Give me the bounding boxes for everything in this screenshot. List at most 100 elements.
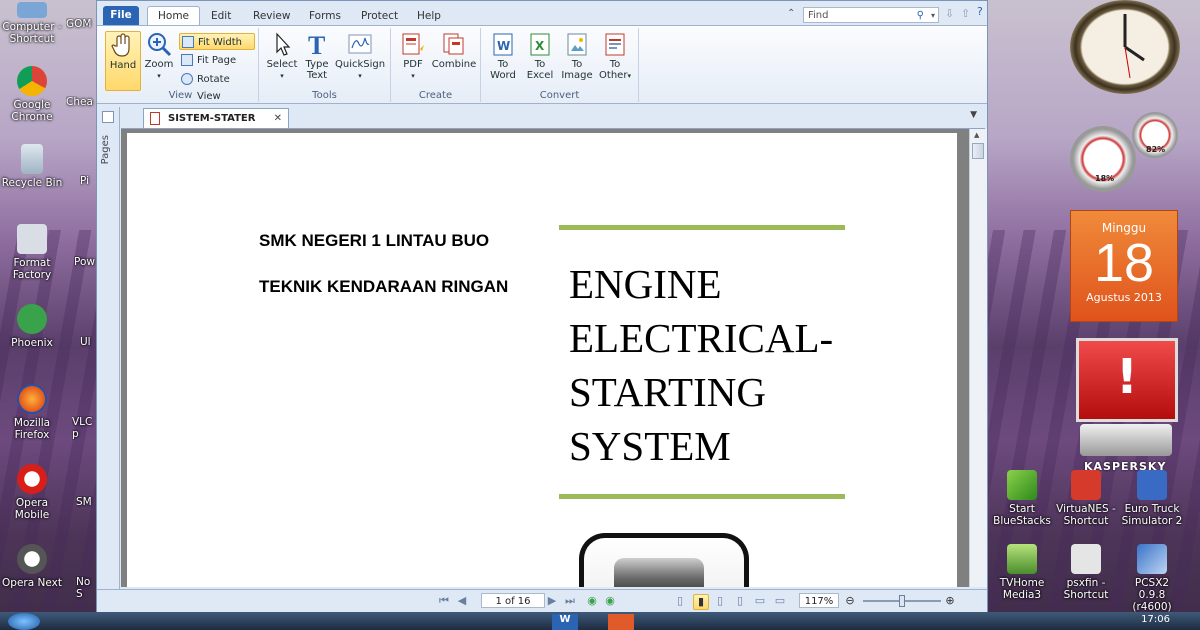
pdf-reader-taskbar-icon[interactable] (608, 614, 634, 630)
pages-panel-tab[interactable]: Pages (100, 135, 111, 164)
type-text-button[interactable]: T Type Text (301, 31, 333, 81)
opera-icon (17, 464, 47, 494)
start-button[interactable] (8, 613, 40, 630)
svg-text:X: X (535, 39, 545, 53)
zoom-slider-thumb[interactable] (899, 595, 905, 607)
desktop-icon-virtuanes[interactable]: VirtuaNES - Shortcut (1054, 470, 1118, 527)
previous-view-icon[interactable]: ◉ (585, 594, 599, 608)
single-page-icon[interactable]: ▯ (673, 594, 687, 608)
last-page-icon[interactable]: ⏭ (563, 594, 577, 608)
previous-page-icon[interactable]: ◀ (455, 594, 469, 608)
tab-protect[interactable]: Protect (351, 7, 408, 25)
cover-page-icon[interactable]: ▯ (733, 594, 747, 608)
zoom-level-input[interactable]: 117% (799, 593, 839, 608)
zoom-button[interactable]: Zoom ▾ (143, 31, 175, 82)
meter-gadget[interactable]: 18% 82% (1070, 112, 1180, 192)
find-input[interactable]: Find ⚲ ▾ (803, 7, 939, 23)
desktop-icon-computer[interactable]: Computer - Shortcut (0, 2, 64, 45)
clock-gadget[interactable] (1070, 0, 1180, 94)
title-bottom-rule (559, 494, 845, 499)
pdf-button[interactable]: PDF ▾ (397, 31, 429, 82)
desktop-icon-psxfin[interactable]: psxfin - Shortcut (1054, 544, 1118, 601)
tab-list-dropdown-icon[interactable]: ▼ (970, 110, 977, 120)
word-taskbar-icon[interactable]: W (552, 614, 578, 630)
fit-page-button[interactable]: Fit Page (179, 52, 255, 69)
collapse-ribbon-icon[interactable]: ⌃ (787, 8, 795, 19)
arrow-up-icon[interactable]: ⇧ (961, 7, 970, 20)
chevron-down-icon[interactable]: ▾ (931, 8, 935, 24)
desktop-icon-euro-truck[interactable]: Euro Truck Simulator 2 (1120, 470, 1184, 527)
taskbar: W 17:06 (0, 612, 1200, 630)
exclamation-icon: ! (1116, 349, 1138, 405)
scrollbar-thumb[interactable] (972, 143, 984, 159)
select-button[interactable]: Select ▾ (265, 31, 299, 82)
pdf-create-icon (400, 31, 426, 57)
tab-help[interactable]: Help (407, 7, 451, 25)
desktop-icon-partial[interactable]: Chea (66, 96, 96, 108)
calendar-gadget[interactable]: Minggu 18 Agustus 2013 (1070, 210, 1178, 322)
desktop-icon-pcsx2[interactable]: PCSX2 0.9.8 (r4600) (1120, 544, 1184, 613)
help-icon[interactable]: ? (977, 5, 983, 18)
next-view-icon[interactable]: ◉ (603, 594, 617, 608)
euro-truck-icon (1137, 470, 1167, 500)
desktop-icon-partial[interactable]: VLC p (72, 416, 96, 440)
scroll-up-icon[interactable]: ▲ (974, 131, 979, 139)
tab-home[interactable]: Home (147, 6, 201, 26)
svg-text:W: W (497, 39, 510, 53)
to-word-button[interactable]: W To Word (485, 31, 521, 81)
combine-button[interactable]: Combine (431, 31, 477, 70)
quicksign-button[interactable]: QuickSign ▾ (335, 31, 385, 82)
desktop-icon-partial[interactable]: SM (76, 496, 96, 508)
page-number-input[interactable]: 1 of 16 (481, 593, 545, 608)
title-line: SYSTEM (569, 423, 731, 469)
to-excel-button[interactable]: X To Excel (523, 31, 557, 81)
pages-panel-icon[interactable] (102, 111, 114, 123)
fit-width-view-icon[interactable]: ▭ (753, 594, 767, 608)
fit-page-view-icon[interactable]: ▭ (773, 594, 787, 608)
tab-file[interactable]: File (103, 6, 139, 25)
zoom-out-icon[interactable]: ⊖ (843, 594, 857, 608)
desktop-icon-phoenix[interactable]: Phoenix (0, 304, 64, 349)
tab-edit[interactable]: Edit (201, 7, 241, 25)
desktop-icon-firefox[interactable]: Mozilla Firefox (0, 384, 64, 441)
search-icon[interactable]: ⚲ (917, 8, 924, 24)
other-format-icon (602, 31, 628, 57)
to-image-button[interactable]: To Image (559, 31, 595, 81)
desktop-icon-partial[interactable]: GOM (66, 18, 96, 30)
tab-review[interactable]: Review (243, 7, 300, 25)
school-name: SMK NEGERI 1 LINTAU BUO (259, 231, 490, 250)
zoom-in-icon[interactable]: ⊕ (943, 594, 957, 608)
desktop-icon-opera-mobile[interactable]: Opera Mobile (0, 464, 64, 521)
alert-gadget[interactable]: ! (1076, 338, 1178, 422)
first-page-icon[interactable]: ⏮ (437, 594, 451, 608)
arrow-down-icon[interactable]: ⇩ (945, 7, 954, 20)
desktop-icon-partial[interactable]: Pi (80, 175, 96, 187)
tab-forms[interactable]: Forms (299, 7, 351, 25)
desktop-icon-partial[interactable]: No S (76, 576, 96, 600)
vertical-scrollbar[interactable]: ▲ (969, 129, 987, 587)
close-icon[interactable]: ✕ (274, 109, 282, 128)
kaspersky-gadget-controls[interactable] (1080, 424, 1172, 456)
to-other-button[interactable]: To Other▾ (595, 31, 635, 82)
hand-icon (110, 32, 136, 58)
hand-button[interactable]: Hand (105, 31, 141, 91)
document-viewport[interactable]: SMK NEGERI 1 LINTAU BUO TEKNIK KENDARAAN… (121, 129, 969, 587)
continuous-page-icon[interactable]: ▮ (693, 594, 709, 610)
desktop-icon-tvhome[interactable]: TVHome Media3 (990, 544, 1054, 601)
next-page-icon[interactable]: ▶ (545, 594, 559, 608)
desktop-icon-format-factory[interactable]: Format Factory (0, 224, 64, 281)
zoom-slider[interactable] (863, 595, 941, 607)
desktop-icon-partial[interactable]: Ul (80, 336, 96, 348)
rotate-view-button[interactable]: Rotate View (179, 71, 255, 102)
taskbar-clock[interactable]: 17:06 (1141, 614, 1170, 625)
type-text-icon: T (304, 31, 330, 60)
desktop-icon-opera-next[interactable]: Opera Next (0, 544, 64, 589)
desktop-icon-partial[interactable]: Pow (74, 256, 96, 268)
facing-page-icon[interactable]: ▯ (713, 594, 727, 608)
fit-width-button[interactable]: Fit Width (179, 33, 255, 50)
desktop-icon-chrome[interactable]: Google Chrome (0, 66, 64, 123)
desktop-icon-bluestacks[interactable]: Start BlueStacks (990, 470, 1054, 527)
document-tab[interactable]: SISTEM-STATER ✕ (143, 108, 289, 128)
psxfin-icon (1071, 544, 1101, 574)
desktop-icon-recycle-bin[interactable]: Recycle Bin (0, 144, 64, 189)
